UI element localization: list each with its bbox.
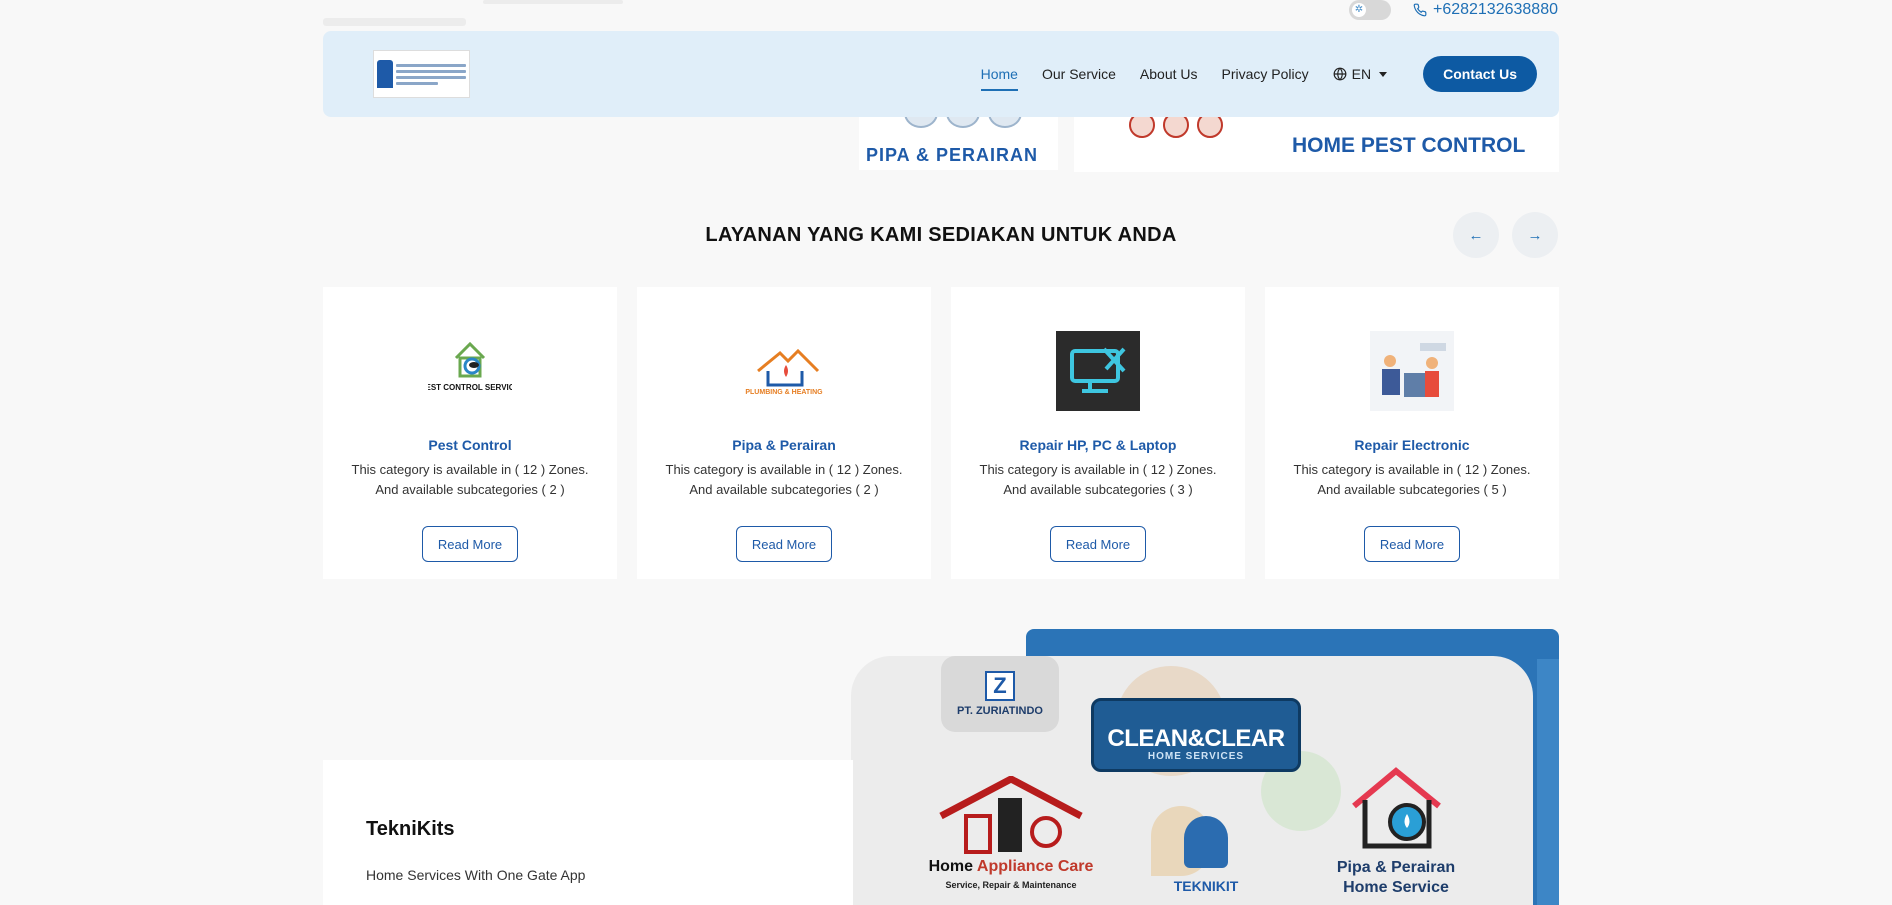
language-label: EN <box>1351 66 1372 82</box>
appliance-care-logo: Home Appliance Care Service, Repair & Ma… <box>911 776 1111 905</box>
subcategories-text: And available subcategories ( 2 ) <box>689 482 879 497</box>
card-description: This category is available in ( 12 ) Zon… <box>666 460 903 500</box>
clean-clear-logo: CLEAN&CLEAR HOME SERVICES <box>1091 698 1301 772</box>
card-title: Repair Electronic <box>1354 437 1470 453</box>
house-appliance-icon <box>939 776 1083 854</box>
service-card: PEST CONTROL SERVICE Pest Control This c… <box>323 287 617 579</box>
teknikit-mascot: TEKNIKIT <box>1151 816 1261 905</box>
subcategories-text: And available subcategories ( 2 ) <box>375 482 565 497</box>
pipa-title: Pipa & Perairan <box>1336 859 1456 876</box>
banner-caption: HOME PEST CONTROL <box>1292 134 1526 157</box>
appliance-title: Home Appliance Care <box>911 858 1111 876</box>
skeleton-bar <box>323 18 466 26</box>
read-more-button[interactable]: Read More <box>1363 526 1461 562</box>
pipa-subtitle: Home Service <box>1343 879 1449 896</box>
nav-privacy-policy[interactable]: Privacy Policy <box>1222 66 1309 82</box>
card-description: This category is available in ( 12 ) Zon… <box>1294 460 1531 500</box>
card-description: This category is available in ( 12 ) Zon… <box>980 460 1217 500</box>
zones-text: This category is available in ( 12 ) Zon… <box>351 462 589 477</box>
clean-clear-subtitle: HOME SERVICES <box>1147 751 1245 762</box>
brand-name: TekniKits <box>366 818 455 840</box>
card-description: This category is available in ( 12 ) Zon… <box>352 460 589 500</box>
appliance-title-care: Appliance Care <box>976 858 1094 875</box>
skeleton-bar <box>483 0 623 4</box>
sun-icon: ✲ <box>1351 3 1366 17</box>
pest-logo-caption: PEST CONTROL SERVICE <box>428 383 512 392</box>
phone-number: +6282132638880 <box>1432 1 1558 18</box>
service-cards: PEST CONTROL SERVICE Pest Control This c… <box>323 287 1559 579</box>
clean-clear-title: CLEAN&CLEAR <box>1107 725 1285 752</box>
subcategories-text: And available subcategories ( 3 ) <box>1003 482 1193 497</box>
logo-mark <box>377 60 393 88</box>
pest-control-image: PEST CONTROL SERVICE <box>428 331 512 411</box>
company-name: PT. ZURIATINDO <box>957 705 1043 717</box>
z-logo-icon: Z <box>985 671 1015 701</box>
service-card: Repair Electronic This category is avail… <box>1265 287 1559 579</box>
services-title: LAYANAN YANG KAMI SEDIAKAN UNTUK ANDA <box>705 224 1177 246</box>
nav-links: Home Our Service About Us Privacy Policy… <box>980 66 1388 91</box>
logo-text <box>396 63 466 85</box>
repair-device-image <box>1056 331 1140 411</box>
subcategories-text: And available subcategories ( 5 ) <box>1317 482 1507 497</box>
read-more-button[interactable]: Read More <box>421 526 519 562</box>
zones-text: This category is available in ( 12 ) Zon… <box>665 462 903 477</box>
banner-caption: PIPA & PERAIRAN <box>866 145 1039 165</box>
service-card: Repair HP, PC & Laptop This category is … <box>951 287 1245 579</box>
brand-collage: Z PT. ZURIATINDO CLEAN&CLEAR HOME SERVIC… <box>851 656 1533 905</box>
contact-us-button[interactable]: Contact Us <box>1423 56 1537 92</box>
main-navbar: Home Our Service About Us Privacy Policy… <box>323 31 1559 117</box>
card-title: Pipa & Perairan <box>732 437 836 453</box>
appliance-title-home: Home <box>928 858 977 875</box>
phone-icon <box>1413 3 1427 17</box>
carousel-prev-button[interactable]: ← <box>1453 212 1499 258</box>
house-faucet-icon <box>1351 767 1441 849</box>
teknikit-label: TEKNIKIT <box>1173 878 1239 894</box>
chevron-down-icon <box>1379 71 1388 77</box>
zones-text: This category is available in ( 12 ) Zon… <box>1293 462 1531 477</box>
repair-electronic-image <box>1370 331 1454 411</box>
about-card: TekniKits Home Services With One Gate Ap… <box>323 760 853 905</box>
zuriatindo-logo: Z PT. ZURIATINDO <box>941 656 1059 732</box>
technician-icon <box>1184 816 1228 868</box>
utility-bar: ✲ +6282132638880 <box>1348 0 1558 20</box>
plumbing-image: PLUMBING & HEATING <box>742 331 826 411</box>
plumbing-logo-caption: PLUMBING & HEATING <box>745 389 823 396</box>
nav-about-us[interactable]: About Us <box>1140 66 1198 82</box>
brand-tagline: Home Services With One Gate App <box>366 867 586 883</box>
read-more-button[interactable]: Read More <box>735 526 833 562</box>
zones-text: This category is available in ( 12 ) Zon… <box>979 462 1217 477</box>
carousel-next-button[interactable]: → <box>1512 212 1558 258</box>
read-more-button[interactable]: Read More <box>1049 526 1147 562</box>
pipa-perairan-logo: Pipa & Perairan Home Service <box>1326 766 1466 905</box>
phone-link[interactable]: +6282132638880 <box>1413 1 1558 19</box>
theme-toggle[interactable]: ✲ <box>1348 0 1391 20</box>
site-logo[interactable] <box>373 50 470 98</box>
appliance-subtitle: Service, Repair & Maintenance <box>945 880 1077 890</box>
card-title: Pest Control <box>428 437 512 453</box>
service-card: PLUMBING & HEATING Pipa & Perairan This … <box>637 287 931 579</box>
card-title: Repair HP, PC & Laptop <box>1019 437 1177 453</box>
globe-icon <box>1333 67 1347 81</box>
language-selector[interactable]: EN <box>1333 66 1388 82</box>
nav-home[interactable]: Home <box>980 66 1019 91</box>
nav-our-service[interactable]: Our Service <box>1042 66 1116 82</box>
